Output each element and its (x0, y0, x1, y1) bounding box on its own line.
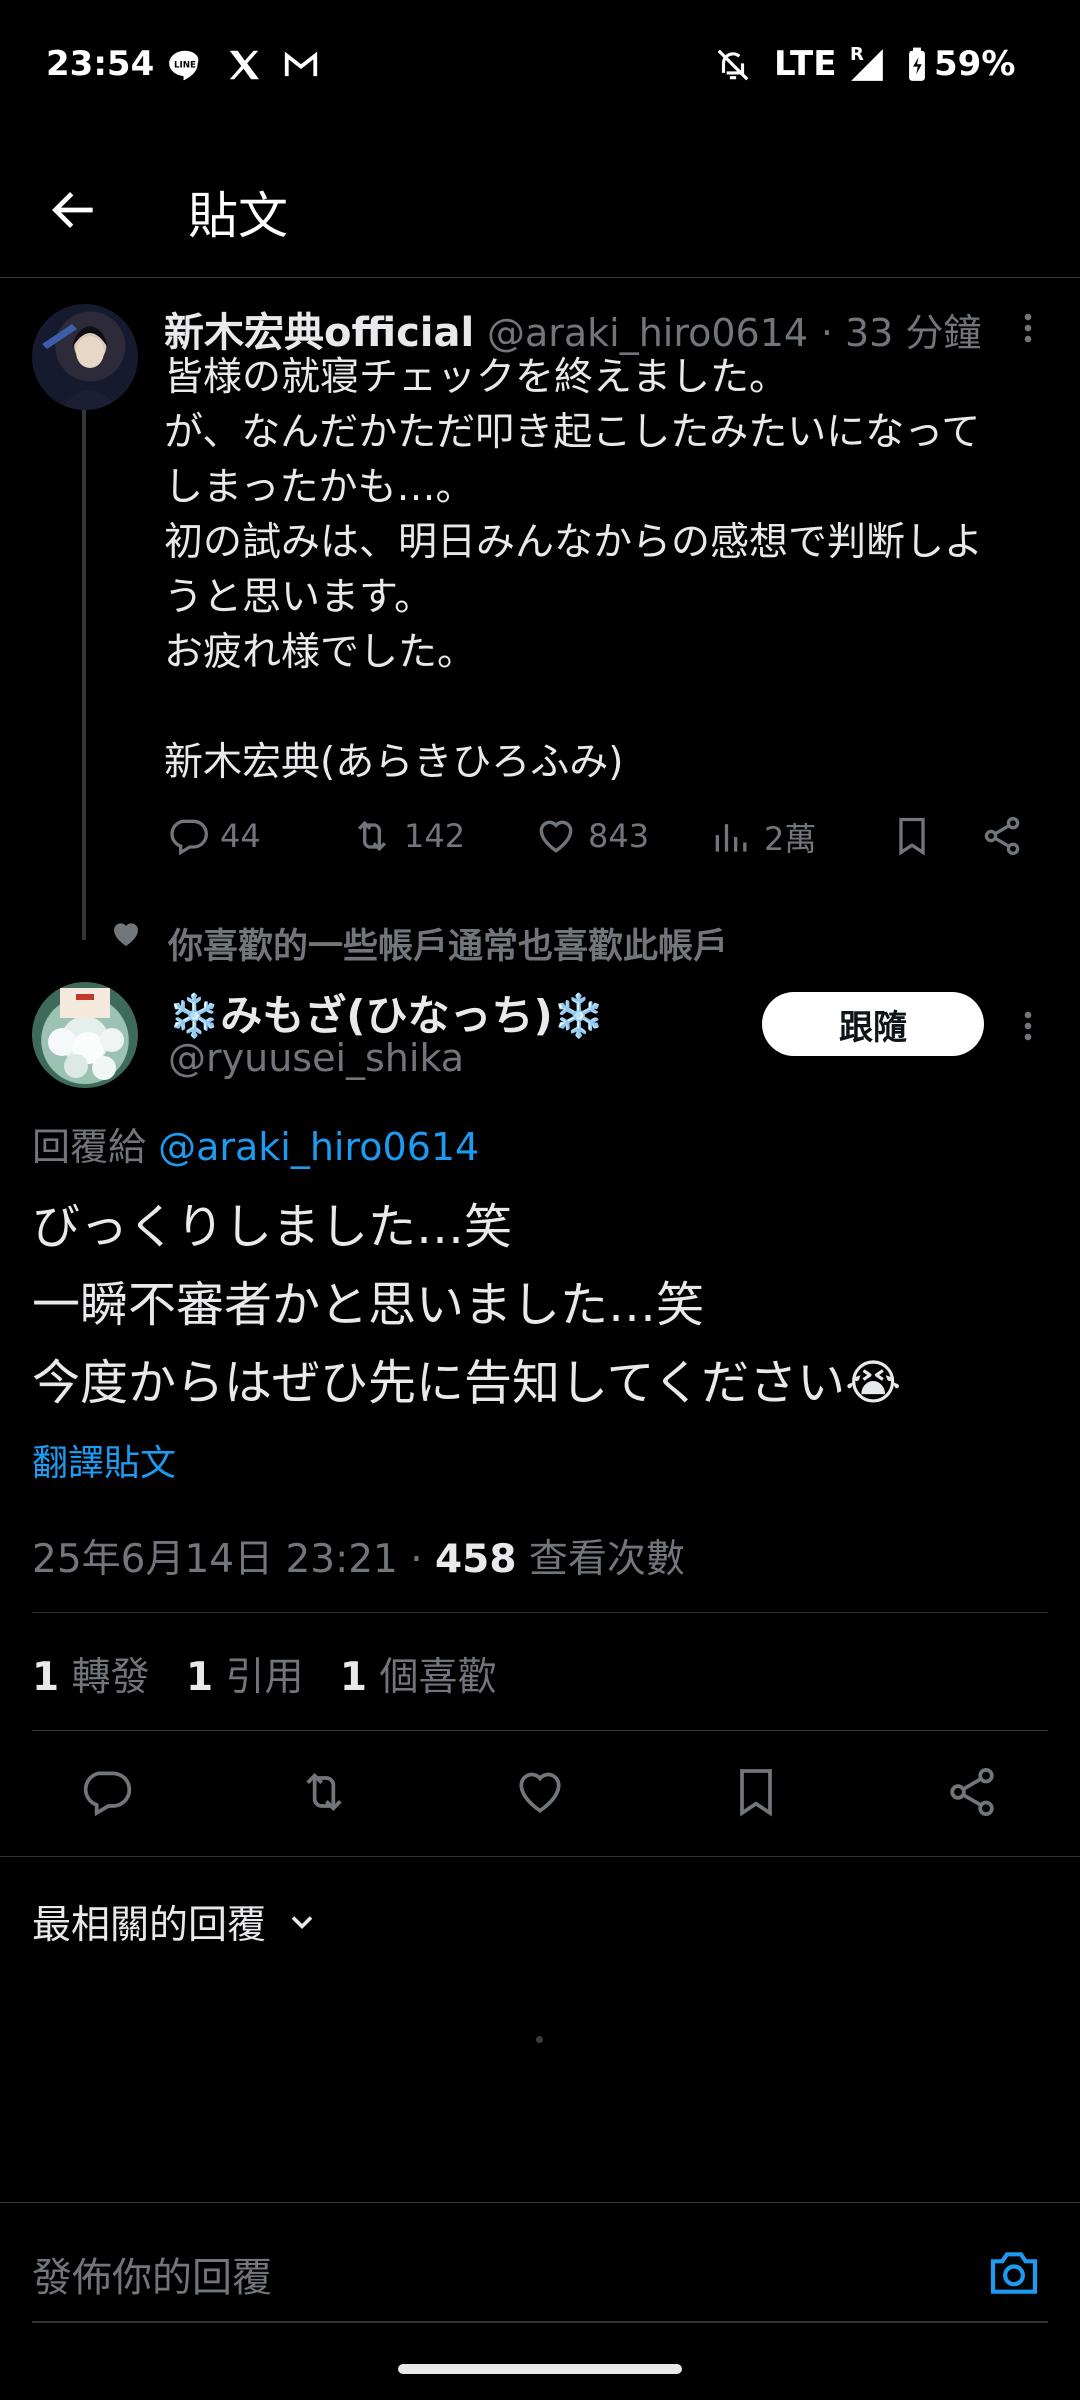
text-line: 皆様の就寝チェックを終えました。 (164, 355, 789, 400)
top-app-bar: 貼文 (0, 150, 1080, 278)
divider (32, 1730, 1048, 1731)
view-count: 458 (435, 1537, 517, 1582)
reply-icon[interactable] (78, 1764, 134, 1820)
battery-level: 59% (934, 44, 1016, 84)
status-bar: 23:54 LINE LTE R 59% (0, 0, 1080, 130)
reply-icon (170, 819, 208, 856)
battery-icon (898, 46, 936, 84)
post-meta: 25年6月14日 23:21 · 458 查看次數 (32, 1528, 685, 1584)
retweet-icon (357, 820, 387, 852)
stat-count: 1 (32, 1655, 60, 1700)
status-time: 23:54 (46, 44, 155, 84)
reply-button[interactable]: 44 (166, 814, 261, 858)
heart-icon (539, 820, 573, 853)
follow-button[interactable]: 跟隨 (762, 992, 984, 1056)
author-handle[interactable]: @araki_hiro0614 (487, 311, 808, 355)
sort-selector[interactable]: 最相關的回覆 (32, 1894, 320, 1950)
replying-to-label: 回覆給 (32, 1125, 159, 1169)
bookmark-icon[interactable] (890, 814, 934, 858)
svg-text:LINE: LINE (174, 60, 196, 70)
chevron-down-icon (291, 1916, 313, 1930)
like-button[interactable]: 843 (534, 814, 649, 858)
retweets-stat[interactable]: 1 轉發 (32, 1655, 150, 1700)
input-underline (32, 2321, 1048, 2323)
social-context: 你喜歡的一些帳戶通常也喜歡此帳戶 (168, 927, 729, 967)
loading-indicator (536, 2036, 543, 2043)
text-line (164, 680, 1064, 735)
reply-author-name[interactable]: ❄️みもざ(ひなっち)❄️ (168, 982, 605, 1043)
text-line: うと思います。 (164, 575, 434, 620)
thread-connector (82, 410, 86, 940)
replying-to: 回覆給 @araki_hiro0614 (32, 1116, 479, 1171)
retweet-icon[interactable] (296, 1764, 352, 1820)
text-line: しまったかも…。 (164, 465, 475, 510)
home-indicator[interactable] (398, 2364, 682, 2374)
mute-icon (714, 46, 752, 84)
stat-label: 個喜歡 (367, 1655, 497, 1700)
replying-to-handle[interactable]: @araki_hiro0614 (158, 1125, 479, 1169)
camera-icon[interactable] (986, 2245, 1042, 2301)
text-line: が、なんだかただ叩き起こしたみたいになって (164, 410, 981, 455)
like-count: 843 (588, 817, 650, 855)
reply-author-handle[interactable]: @ryuusei_shika (168, 1036, 464, 1080)
reply-composer: 發佈你的回覆 (0, 2202, 1080, 2323)
gmail-icon (282, 46, 320, 84)
bookmark-icon[interactable] (728, 1764, 784, 1820)
text-line: 新木宏典(あらきひろふみ) (164, 740, 624, 785)
views-icon (715, 824, 747, 852)
avatar[interactable] (32, 982, 138, 1088)
text-line: びっくりしました…笑 (32, 1199, 513, 1255)
engagement-stats: 1 轉發 1 引用 1 個喜歡 (32, 1646, 496, 1702)
reply-input[interactable]: 發佈你的回覆 (32, 2245, 272, 2303)
text-line: お疲れ様でした。 (164, 630, 477, 675)
retweet-button[interactable]: 142 (350, 814, 465, 858)
quotes-stat[interactable]: 1 引用 (186, 1655, 304, 1700)
retweet-count: 142 (404, 817, 466, 855)
stat-label: 引用 (213, 1655, 304, 1700)
page-title: 貼文 (188, 187, 288, 245)
divider (32, 1612, 1048, 1613)
likes-stat[interactable]: 1 個喜歡 (340, 1655, 497, 1700)
post-time: · 33 分鐘 (820, 311, 982, 355)
stat-count: 1 (339, 1655, 368, 1700)
post-timestamp: 25年6月14日 23:21 · (32, 1537, 436, 1582)
sort-label: 最相關的回覆 (32, 1903, 267, 1948)
view-count: 2萬 (764, 820, 817, 858)
translate-link[interactable]: 翻譯貼文 (32, 1434, 176, 1486)
share-icon[interactable] (980, 814, 1024, 858)
divider (0, 1856, 1080, 1857)
more-options-icon[interactable] (1010, 1004, 1046, 1048)
arrow-left-icon[interactable] (46, 182, 102, 238)
avatar[interactable] (32, 304, 138, 410)
heart-small-icon (110, 918, 142, 950)
text-line: 一瞬不審者かと思いました…笑 (32, 1277, 705, 1333)
text-line: 今度からはぜひ先に告知してください😭 (32, 1355, 902, 1411)
parent-tweet-text: 皆様の就寝チェックを終えました。 が、なんだかただ叩き起こしたみたいになって し… (164, 350, 1064, 790)
view-label: 查看次數 (516, 1537, 685, 1582)
reply-tweet-text: びっくりしました…笑 一瞬不審者かと思いました…笑 今度からはぜひ先に告知してく… (32, 1188, 1052, 1422)
text-line: 初の試みは、明日みんなからの感想で判断しよ (164, 520, 984, 565)
share-icon[interactable] (944, 1764, 1000, 1820)
heart-icon[interactable] (512, 1764, 568, 1820)
line-icon: LINE (166, 46, 204, 84)
signal-icon (848, 46, 886, 84)
views-button[interactable]: 2萬 (710, 814, 816, 860)
reply-count: 44 (220, 817, 261, 855)
network-label: LTE (774, 44, 837, 84)
more-options-icon[interactable] (1010, 306, 1046, 350)
x-icon (225, 46, 263, 84)
stat-label: 轉發 (59, 1655, 150, 1700)
stat-count: 1 (185, 1655, 214, 1700)
